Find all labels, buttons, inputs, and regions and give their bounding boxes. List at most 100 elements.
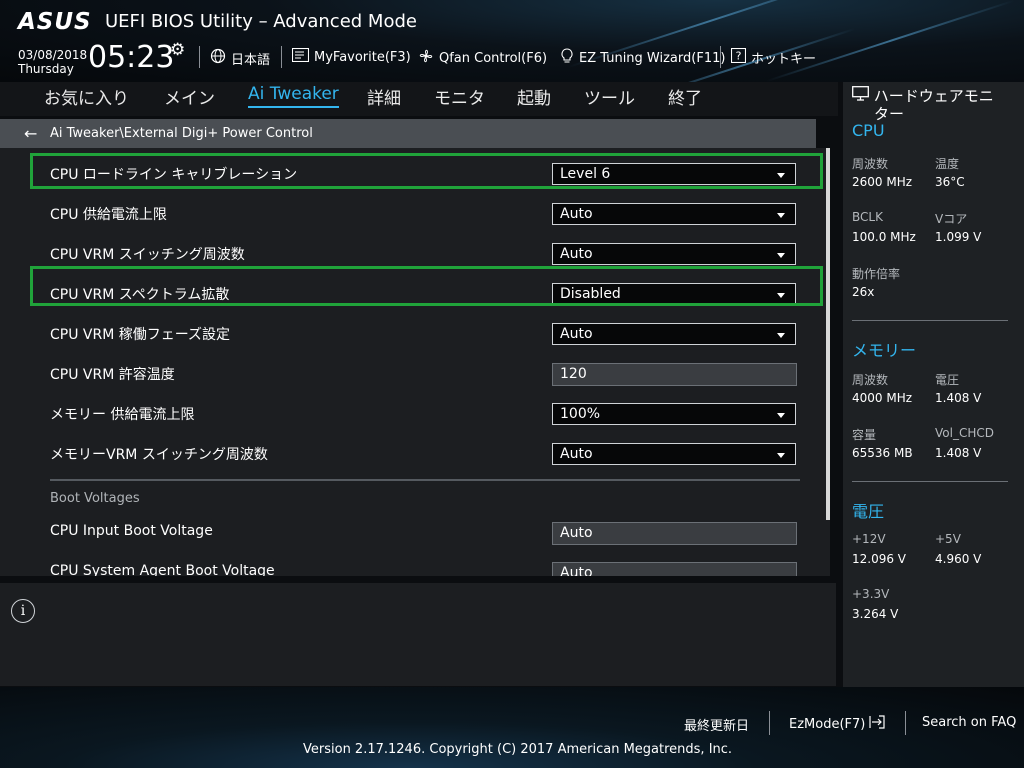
globe-icon [210, 48, 226, 68]
setting-row[interactable]: CPU Input Boot Voltage Auto [0, 511, 830, 551]
chevron-down-icon [777, 213, 785, 218]
breadcrumb: ← Ai Tweaker\External Digi+ Power Contro… [0, 119, 816, 148]
settings-list: CPU ロードライン キャリブレーション Level 6 CPU 供給電流上限 … [0, 148, 830, 576]
tab-ai-tweaker[interactable]: Ai Tweaker [248, 84, 339, 108]
setting-dropdown[interactable]: Auto [552, 323, 796, 345]
tab-exit[interactable]: 終了 [668, 84, 702, 109]
cpu-temp-label: 温度 [935, 157, 960, 171]
setting-input[interactable]: Auto [552, 562, 797, 576]
breadcrumb-path: Ai Tweaker\External Digi+ Power Control [50, 126, 313, 141]
highlight-box [30, 266, 823, 306]
tab-boot[interactable]: 起動 [517, 84, 551, 109]
scrollbar[interactable] [826, 148, 830, 520]
cpu-heading: CPU [852, 121, 885, 140]
date-text: 03/08/2018 [18, 48, 88, 62]
setting-input[interactable]: 120 [552, 363, 797, 386]
footer-divider [905, 711, 906, 735]
monitor-icon [852, 86, 874, 105]
hw-divider [852, 481, 1008, 482]
cpu-temp-value: 36°C [935, 175, 965, 189]
mem-cap-label: 容量 [852, 428, 877, 442]
search-faq-button[interactable]: Search on FAQ [922, 715, 1016, 730]
setting-row[interactable]: CPU VRM 許容温度 120 [0, 352, 830, 392]
help-info-panel [0, 583, 836, 686]
hw-divider [852, 320, 1008, 321]
language-button[interactable]: 日本語 [210, 48, 270, 68]
highlight-box [30, 153, 823, 189]
section-heading: Boot Voltages [50, 491, 140, 506]
setting-label: CPU System Agent Boot Voltage [50, 563, 275, 576]
setting-label: CPU Input Boot Voltage [50, 523, 213, 539]
ezmode-label: EzMode(F7) [789, 716, 866, 732]
setting-input[interactable]: Auto [552, 522, 797, 545]
chevron-down-icon [777, 333, 785, 338]
vcore-value: 1.099 V [935, 230, 982, 244]
mem-freq-value: 4000 MHz [852, 391, 913, 405]
mem-chcd-label: Vol_CHCD [935, 426, 994, 440]
setting-row[interactable]: メモリーVRM スイッチング周波数 Auto [0, 432, 830, 472]
setting-row[interactable]: CPU VRM 稼働フェーズ設定 Auto [0, 312, 830, 352]
help-icon: ? [730, 47, 747, 67]
v5-label: +5V [935, 532, 961, 546]
setting-row[interactable]: CPU 供給電流上限 Auto [0, 192, 830, 232]
tab-monitor[interactable]: モニタ [434, 84, 485, 109]
tab-favorites[interactable]: お気に入り [44, 84, 129, 109]
fan-icon [418, 48, 434, 68]
chevron-down-icon [777, 413, 785, 418]
hw-title-line1: ハードウェアモニ [873, 87, 994, 105]
setting-label: CPU VRM 許容温度 [50, 367, 175, 383]
date-display: 03/08/2018 Thursday [18, 48, 87, 76]
copyright-text: Version 2.17.1246. Copyright (C) 2017 Am… [303, 742, 733, 757]
setting-label: CPU VRM スイッチング周波数 [50, 247, 245, 263]
ratio-label: 動作倍率 [852, 267, 901, 281]
gear-icon[interactable]: ⚙ [170, 40, 185, 60]
setting-row[interactable]: メモリー 供給電流上限 100% [0, 392, 830, 432]
setting-dropdown[interactable]: 100% [552, 403, 796, 425]
svg-text:?: ? [736, 50, 742, 63]
bclk-value: 100.0 MHz [852, 230, 916, 244]
voltage-heading: 電圧 [852, 502, 885, 521]
tab-advanced[interactable]: 詳細 [367, 84, 401, 109]
last-modified-button[interactable]: 最終更新日 [684, 715, 749, 734]
back-arrow-icon[interactable]: ← [24, 119, 37, 148]
ez-tuning-label: EZ Tuning Wizard(F11) [579, 50, 726, 66]
weekday-text: Thursday [18, 62, 74, 76]
setting-dropdown[interactable]: Auto [552, 243, 796, 265]
myfavorite-button[interactable]: MyFavorite(F3) [291, 47, 411, 66]
v5-value: 4.960 V [935, 552, 982, 566]
v33-label: +3.3V [852, 587, 890, 601]
qfan-button[interactable]: Qfan Control(F6) [418, 48, 547, 68]
app-title: UEFI BIOS Utility – Advanced Mode [105, 11, 417, 32]
info-icon: i [11, 599, 35, 623]
favorite-list-icon [291, 47, 310, 66]
setting-dropdown[interactable]: Auto [552, 443, 796, 465]
tab-main[interactable]: メイン [164, 84, 215, 109]
setting-label: メモリー 供給電流上限 [50, 407, 195, 423]
v12-value: 12.096 V [852, 552, 907, 566]
cpu-freq-label: 周波数 [852, 157, 889, 171]
asus-logo: ASUS [18, 9, 92, 35]
header-divider [199, 46, 200, 68]
dropdown-value: 100% [560, 406, 601, 422]
ezmode-button[interactable]: EzMode(F7) [789, 715, 886, 733]
tab-tool[interactable]: ツール [584, 84, 635, 109]
mem-volt-value: 1.408 V [935, 391, 982, 405]
mem-freq-label: 周波数 [852, 373, 889, 387]
dropdown-value: Auto [560, 446, 593, 462]
setting-dropdown[interactable]: Auto [552, 203, 796, 225]
footer-divider [769, 711, 770, 735]
section-divider [50, 479, 800, 481]
clock-display: 05:23 [88, 40, 175, 75]
hotkeys-label: ホットキー [751, 52, 817, 67]
header-divider [281, 46, 282, 68]
dropdown-value: Auto [560, 326, 593, 342]
ez-tuning-button[interactable]: EZ Tuning Wizard(F11) [560, 48, 725, 68]
v12-label: +12V [852, 532, 886, 546]
vcore-label: Vコア [935, 212, 968, 226]
bclk-label: BCLK [852, 210, 883, 224]
setting-row[interactable]: CPU System Agent Boot Voltage Auto [0, 551, 830, 576]
hotkeys-button[interactable]: ? ホットキー [730, 47, 817, 67]
hardware-monitor-title: ハードウェアモニ ター [852, 86, 994, 123]
setting-label: CPU VRM 稼働フェーズ設定 [50, 327, 231, 343]
qfan-label: Qfan Control(F6) [439, 50, 548, 66]
